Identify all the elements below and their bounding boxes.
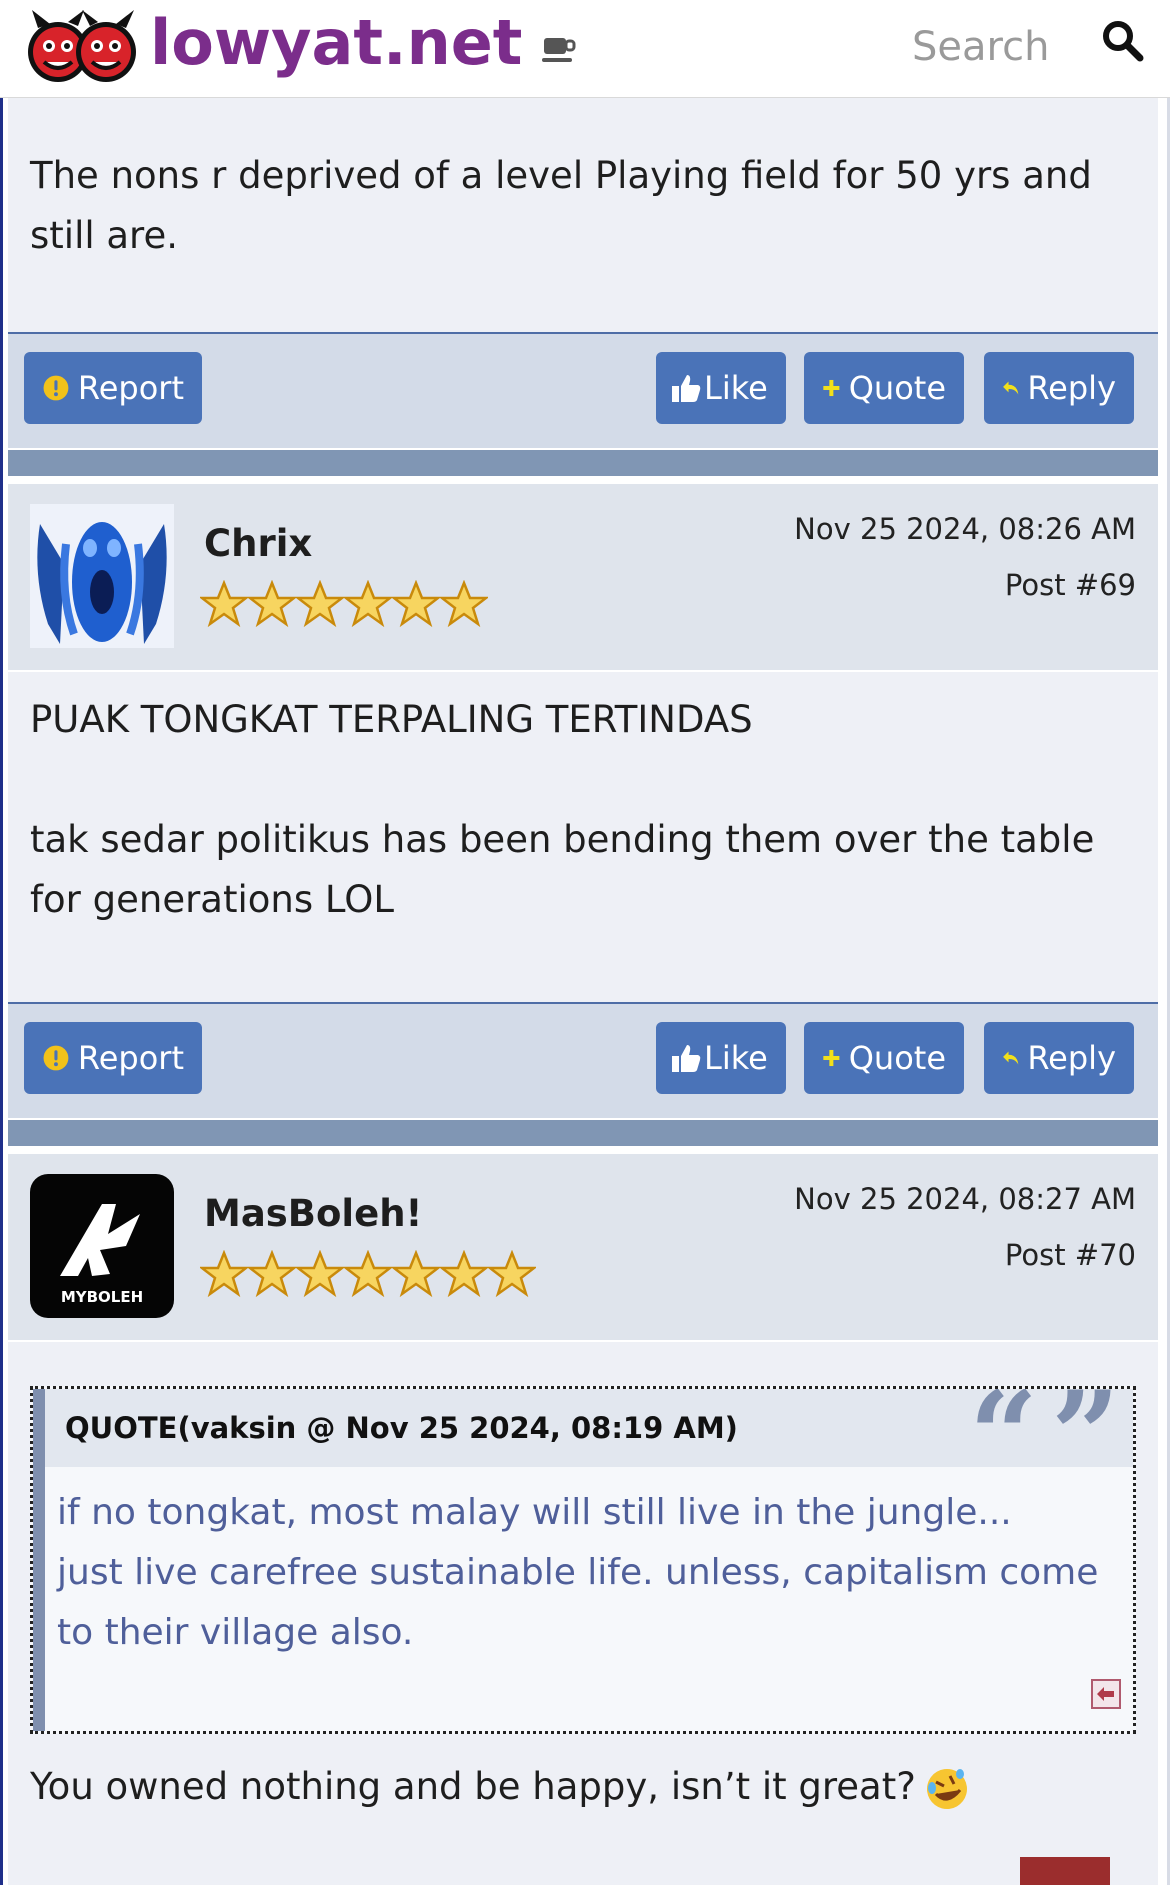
username[interactable]: MasBoleh! bbox=[204, 1192, 422, 1235]
reply-label: Reply bbox=[1027, 369, 1116, 407]
top-bar: lowyat.net Search bbox=[0, 0, 1170, 98]
post-number[interactable]: Post #69 bbox=[1005, 568, 1136, 602]
quote-label: QUOTE(vaksin @ Nov 25 2024, 08:19 AM) bbox=[65, 1411, 738, 1445]
post-reply-text: You owned nothing and be happy, isn’t it… bbox=[30, 1757, 1150, 1817]
quote-side-bar bbox=[33, 1389, 45, 1731]
coffee-cup-icon[interactable] bbox=[540, 30, 580, 66]
quote-line: just live carefree sustainable life. unl… bbox=[57, 1552, 1099, 1653]
post-body: PUAK TONGKAT TERPALING TERTINDAS tak sed… bbox=[8, 672, 1158, 1002]
rank-star-icon bbox=[248, 580, 296, 628]
rank-star-icon bbox=[488, 1250, 536, 1298]
thumbs-up-icon bbox=[672, 1045, 701, 1072]
partial-red-button[interactable] bbox=[1020, 1857, 1110, 1885]
rank-star-icon bbox=[200, 1250, 248, 1298]
site-logo-text[interactable]: lowyat.net bbox=[150, 6, 522, 79]
rank-star-icon bbox=[392, 1250, 440, 1298]
post-header: MYBOLEH MasBoleh! Nov 25 2024, 08:27 AM … bbox=[8, 1154, 1158, 1340]
report-label: Report bbox=[77, 1039, 184, 1077]
report-button[interactable]: Report bbox=[24, 1022, 202, 1094]
rank-star-icon bbox=[296, 580, 344, 628]
search-input[interactable]: Search bbox=[912, 24, 1049, 70]
lowyat-mascot-logo[interactable] bbox=[24, 8, 140, 90]
post-text-line: tak sedar politikus has been bending the… bbox=[30, 818, 1095, 921]
reply-button[interactable]: Reply bbox=[984, 352, 1134, 424]
rank-star-icon bbox=[440, 1250, 488, 1298]
post-number[interactable]: Post #70 bbox=[1005, 1238, 1136, 1272]
user-avatar[interactable]: MYBOLEH bbox=[30, 1174, 174, 1318]
previous-post-body: The nons r deprived of a level Playing f… bbox=[8, 98, 1158, 334]
reply-arrow-icon bbox=[1003, 1051, 1019, 1065]
quote-button[interactable]: Quote bbox=[804, 1022, 964, 1094]
post-date: Nov 25 2024, 08:26 AM bbox=[794, 512, 1136, 546]
quote-label: Quote bbox=[848, 1039, 946, 1077]
exclamation-circle-icon bbox=[43, 1045, 69, 1071]
rank-stars bbox=[200, 1250, 536, 1298]
previous-post-text: The nons r deprived of a level Playing f… bbox=[30, 154, 1092, 257]
plus-icon bbox=[823, 379, 840, 397]
post-divider bbox=[8, 450, 1158, 476]
like-label: Like bbox=[704, 1039, 768, 1077]
quote-label: Quote bbox=[848, 369, 946, 407]
post-action-bar: Report Like Quote Reply bbox=[8, 1002, 1158, 1118]
post-action-bar: Report Like Quote Reply bbox=[8, 332, 1158, 448]
reply-arrow-icon bbox=[1003, 381, 1019, 395]
rank-star-icon bbox=[296, 1250, 344, 1298]
reply-text: You owned nothing and be happy, isn’t it… bbox=[30, 1765, 916, 1808]
plus-icon bbox=[823, 1049, 840, 1067]
quotation-marks-icon: “ ” bbox=[969, 1389, 1120, 1467]
quote-block: QUOTE(vaksin @ Nov 25 2024, 08:19 AM) “ … bbox=[30, 1386, 1136, 1734]
quote-line: if no tongkat, most malay will still liv… bbox=[57, 1492, 1012, 1533]
exclamation-circle-icon bbox=[43, 375, 69, 401]
rank-stars bbox=[200, 580, 488, 628]
post-divider bbox=[8, 1120, 1158, 1146]
username[interactable]: Chrix bbox=[204, 522, 312, 565]
rank-star-icon bbox=[440, 580, 488, 628]
rank-star-icon bbox=[392, 580, 440, 628]
magnifier-icon[interactable] bbox=[1100, 18, 1144, 62]
like-label: Like bbox=[704, 369, 768, 407]
post-date: Nov 25 2024, 08:27 AM bbox=[794, 1182, 1136, 1216]
like-button[interactable]: Like bbox=[656, 352, 786, 424]
svg-text:”: ” bbox=[1051, 1389, 1120, 1467]
thumbs-up-icon bbox=[672, 375, 701, 402]
user-avatar[interactable] bbox=[30, 504, 174, 648]
report-label: Report bbox=[77, 369, 184, 407]
svg-text:“: “ bbox=[969, 1389, 1038, 1467]
report-button[interactable]: Report bbox=[24, 352, 202, 424]
view-original-arrow-icon[interactable] bbox=[1091, 1679, 1121, 1709]
like-button[interactable]: Like bbox=[656, 1022, 786, 1094]
rank-star-icon bbox=[344, 580, 392, 628]
reply-label: Reply bbox=[1027, 1039, 1116, 1077]
post-header: Chrix Nov 25 2024, 08:26 AM Post #69 bbox=[8, 484, 1158, 670]
quote-text: if no tongkat, most malay will still liv… bbox=[57, 1483, 1117, 1663]
rolling-on-floor-laughing-emoji bbox=[926, 1768, 967, 1809]
avatar-brand-text: MYBOLEH bbox=[61, 1288, 143, 1306]
rank-star-icon bbox=[344, 1250, 392, 1298]
rank-star-icon bbox=[200, 580, 248, 628]
post-text-line: PUAK TONGKAT TERPALING TERTINDAS bbox=[30, 698, 753, 741]
rank-star-icon bbox=[248, 1250, 296, 1298]
quote-button[interactable]: Quote bbox=[804, 352, 964, 424]
quote-header: QUOTE(vaksin @ Nov 25 2024, 08:19 AM) “ … bbox=[45, 1389, 1133, 1467]
reply-button[interactable]: Reply bbox=[984, 1022, 1134, 1094]
